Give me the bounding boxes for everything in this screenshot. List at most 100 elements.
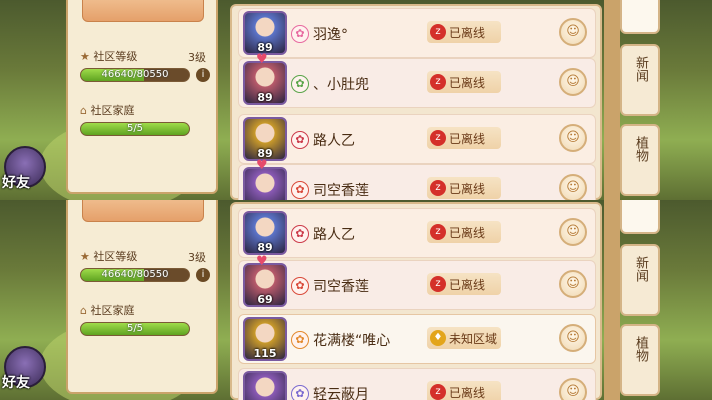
community-level-value: 3级 [188, 51, 206, 64]
friend-name: 、小肚兜 [313, 77, 369, 93]
offline-icon: z [430, 276, 446, 292]
emote-icon[interactable]: ☺ [559, 124, 587, 152]
xp-text: 46640/80550 [101, 269, 169, 280]
status-badge: z 已离线 [427, 71, 501, 93]
family-label-group: ⌂ 社区家庭 [80, 102, 134, 118]
friend-name: 司空香莲 [313, 183, 369, 199]
offline-icon: z [430, 384, 446, 400]
house-icon: ⌂ [80, 104, 87, 117]
tab-news-label: 新闻 [633, 256, 648, 282]
location-icon: ♦ [430, 330, 446, 346]
faction-icon: ✿ [291, 385, 309, 400]
faction-icon: ✿ [291, 181, 309, 199]
heart-icon: ♥ [256, 52, 268, 67]
friend-label: 好友 [2, 175, 30, 191]
list-item[interactable]: ✿ 司空香莲 z 已离线 ☺ [238, 164, 596, 200]
tab-news[interactable]: 新闻 [620, 44, 660, 116]
avatar[interactable]: 89 [243, 61, 287, 105]
community-panel: ★ 社区等级 3级 46640/80550 i ⌂ 社区家庭 5/5 [66, 200, 218, 394]
community-level-label: 社区等级 [93, 50, 138, 63]
list-item[interactable]: 115 ✿ 花满楼“唯心 ♦ 未知区域 ☺ [238, 314, 596, 364]
status-text: 已离线 [449, 76, 486, 90]
avatar[interactable] [243, 371, 287, 400]
status-badge: z 已离线 [427, 221, 501, 243]
community-family-label: 社区家庭 [90, 104, 135, 117]
panel-title-ribbon [82, 0, 204, 22]
faction-icon: ✿ [291, 25, 309, 43]
avatar[interactable]: 89 [243, 11, 287, 55]
avatar[interactable]: 89 [243, 211, 287, 255]
family-label-group: ⌂ 社区家庭 [80, 302, 134, 318]
family-text: 5/5 [126, 323, 144, 334]
tab-plants[interactable]: 植物 [620, 324, 660, 396]
emote-icon[interactable]: ☺ [559, 378, 587, 400]
faction-icon: ✿ [291, 131, 309, 149]
offline-icon: z [430, 130, 446, 146]
status-badge: ♦ 未知区域 [427, 327, 501, 349]
avatar[interactable]: 69 [243, 263, 287, 307]
emote-icon[interactable]: ☺ [559, 218, 587, 246]
family-text: 5/5 [126, 123, 144, 134]
offline-icon: z [430, 180, 446, 196]
family-bar: 5/5 [80, 122, 190, 136]
tab-info[interactable]: 信息 [620, 0, 660, 34]
status-badge: z 已离线 [427, 273, 501, 295]
offline-icon: z [430, 24, 446, 40]
list-item[interactable]: 69 ✿ 司空香莲 z 已离线 ☺ [238, 260, 596, 310]
status-badge: z 已离线 [427, 381, 501, 400]
offline-icon: z [430, 74, 446, 90]
community-level-value: 3级 [188, 251, 206, 264]
friend-name: 路人乙 [313, 227, 355, 243]
tab-news[interactable]: 新闻 [620, 244, 660, 316]
friend-name: 羽逸° [313, 27, 348, 43]
status-badge: z 已离线 [427, 127, 501, 149]
friend-label: 好友 [2, 375, 30, 391]
level-label-group: ★ 社区等级 [80, 248, 137, 264]
avatar[interactable]: 89 [243, 117, 287, 161]
family-bar: 5/5 [80, 322, 190, 336]
list-item[interactable]: ✿ 轻云蔽月 z 已离线 ☺ [238, 368, 596, 400]
friend-name: 轻云蔽月 [313, 387, 369, 400]
heart-icon: ♥ [256, 158, 268, 173]
house-icon: ⌂ [80, 304, 87, 317]
avatar-level: 115 [253, 347, 277, 360]
info-icon[interactable]: i [196, 268, 210, 282]
list-item[interactable]: 89 ✿ 路人乙 z 已离线 ☺ [238, 114, 596, 164]
status-text: 已离线 [449, 132, 486, 146]
heart-icon: ♥ [256, 254, 268, 269]
emote-icon[interactable]: ☺ [559, 270, 587, 298]
tab-info[interactable]: 信息 [620, 200, 660, 234]
top-screen: 好友 ★ 社区等级 3级 46640/80550 i ⌂ 社区家庭 5/5 89… [0, 0, 712, 200]
avatar[interactable]: 115 [243, 317, 287, 361]
xp-text: 46640/80550 [101, 69, 169, 80]
faction-icon: ✿ [291, 225, 309, 243]
emote-icon[interactable]: ☺ [559, 68, 587, 96]
emote-icon[interactable]: ☺ [559, 324, 587, 352]
emote-icon[interactable]: ☺ [559, 18, 587, 46]
status-text: 已离线 [449, 26, 486, 40]
panel-title-ribbon [82, 200, 204, 222]
community-level-label: 社区等级 [93, 250, 138, 263]
faction-icon: ✿ [291, 331, 309, 349]
friend-name: 司空香莲 [313, 279, 369, 295]
info-icon[interactable]: i [196, 68, 210, 82]
tab-plants[interactable]: 植物 [620, 124, 660, 196]
community-family-label: 社区家庭 [90, 304, 135, 317]
list-scrollbar[interactable] [604, 200, 620, 400]
avatar-level: 69 [257, 293, 273, 306]
status-text: 未知区域 [449, 332, 498, 346]
list-scrollbar[interactable] [604, 0, 620, 200]
offline-icon: z [430, 224, 446, 240]
emote-icon[interactable]: ☺ [559, 174, 587, 200]
status-badge: z 已离线 [427, 177, 501, 199]
xp-bar: 46640/80550 [80, 68, 190, 82]
list-item[interactable]: 89 ✿ 路人乙 z 已离线 ☺ [238, 208, 596, 258]
list-item[interactable]: 89 ✿ 羽逸° z 已离线 ☺ [238, 8, 596, 58]
status-text: 已离线 [449, 386, 486, 400]
list-item[interactable]: 89 ✿ 、小肚兜 z 已离线 ☺ [238, 58, 596, 108]
friend-list: 89 ✿ 路人乙 z 已离线 ☺ 69 ✿ 司空香莲 z 已离线 ☺ 115 ✿ 花满楼“唯心 ♦ 未知区域 ☺ ✿… [230, 202, 602, 400]
status-text: 已离线 [449, 182, 486, 196]
faction-icon: ✿ [291, 75, 309, 93]
status-text: 已离线 [449, 278, 486, 292]
status-badge: z 已离线 [427, 21, 501, 43]
